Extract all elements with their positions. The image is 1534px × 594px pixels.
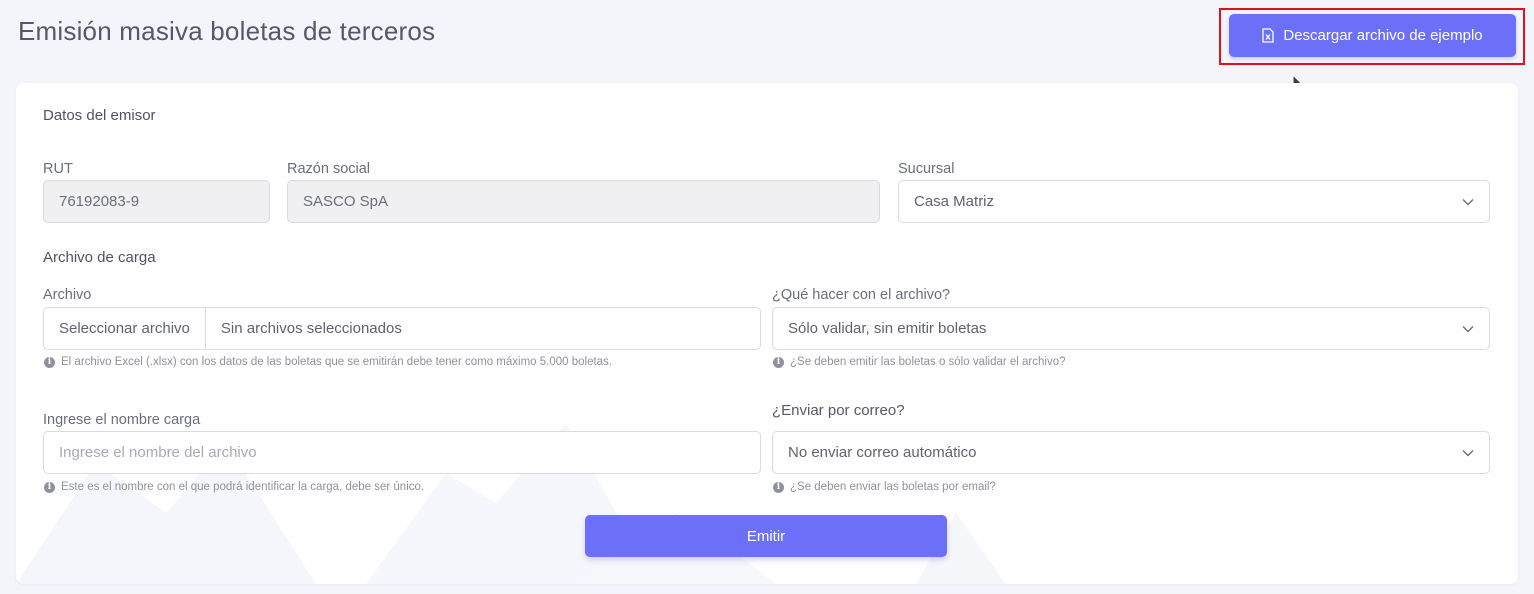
razon-social-label: Razón social — [287, 161, 371, 177]
rut-value: 76192083-9 — [59, 193, 140, 210]
action-value: Sólo validar, sin emitir boletas — [788, 320, 987, 337]
chevron-down-icon — [1462, 449, 1474, 456]
section-title-archivo: Archivo de carga — [43, 249, 156, 266]
action-help: i ¿Se deben emitir las boletas o sólo va… — [773, 356, 1066, 368]
file-input[interactable]: Seleccionar archivo Sin archivos selecci… — [43, 307, 761, 350]
razon-social-value: SASCO SpA — [303, 193, 389, 210]
file-help: i El archivo Excel (.xlsx) con los datos… — [44, 356, 612, 368]
action-select[interactable]: Sólo validar, sin emitir boletas — [772, 307, 1490, 350]
action-label: ¿Qué hacer con el archivo? — [772, 287, 951, 303]
select-file-button[interactable]: Seleccionar archivo — [44, 308, 206, 349]
load-name-input[interactable] — [59, 444, 745, 461]
email-select[interactable]: No enviar correo automático — [772, 431, 1490, 474]
action-help-text: ¿Se deben emitir las boletas o sólo vali… — [790, 356, 1066, 368]
email-value: No enviar correo automático — [788, 444, 977, 461]
archivo-label: Archivo — [43, 287, 92, 303]
download-example-button[interactable]: Descargar archivo de ejemplo — [1229, 14, 1516, 57]
section-title-emisor: Datos del emisor — [43, 107, 156, 124]
file-help-text: El archivo Excel (.xlsx) con los datos d… — [61, 356, 613, 368]
name-help-text: Este es el nombre con el que podrá ident… — [61, 481, 425, 493]
download-button-label: Descargar archivo de ejemplo — [1283, 27, 1483, 44]
sucursal-label: Sucursal — [898, 161, 955, 177]
email-label: ¿Enviar por correo? — [772, 402, 905, 419]
emit-button[interactable]: Emitir — [585, 515, 947, 557]
rut-field: 76192083-9 — [43, 180, 270, 223]
razon-social-field: SASCO SpA — [287, 180, 880, 223]
info-icon: i — [773, 481, 784, 493]
load-name-field[interactable] — [43, 431, 761, 474]
rut-label: RUT — [43, 161, 73, 177]
info-icon: i — [44, 481, 55, 493]
chevron-down-icon — [1462, 325, 1474, 332]
info-icon: i — [44, 356, 55, 368]
name-help: i Este es el nombre con el que podrá ide… — [44, 481, 424, 493]
sucursal-select[interactable]: Casa Matriz — [898, 180, 1490, 223]
email-help: i ¿Se deben enviar las boletas por email… — [773, 481, 996, 493]
form-card: Datos del emisor RUT 76192083-9 Razón so… — [16, 83, 1518, 584]
info-icon: i — [773, 356, 784, 368]
email-help-text: ¿Se deben enviar las boletas por email? — [790, 481, 996, 493]
chevron-down-icon — [1462, 198, 1474, 205]
name-label: Ingrese el nombre carga — [43, 412, 201, 428]
excel-file-icon — [1262, 28, 1275, 43]
file-status: Sin archivos seleccionados — [220, 320, 402, 337]
sucursal-value: Casa Matriz — [914, 193, 995, 210]
page-title: Emisión masiva boletas de terceros — [18, 16, 436, 46]
